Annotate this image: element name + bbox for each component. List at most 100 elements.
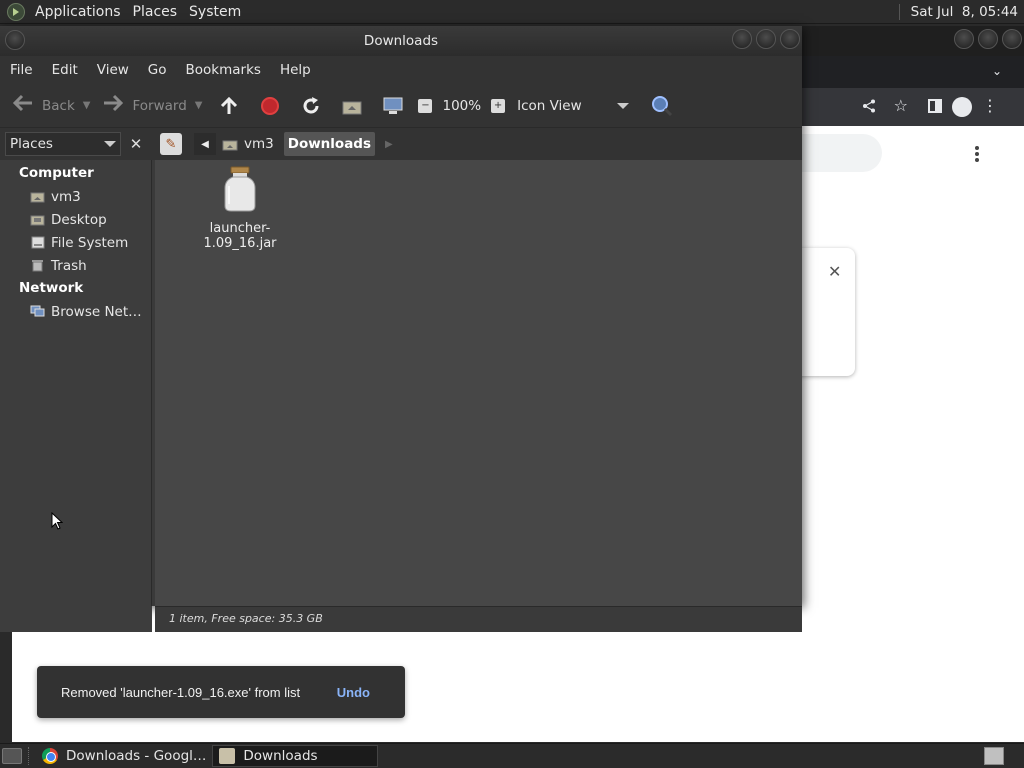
sidebar-item-label: Browse Net… <box>51 303 142 320</box>
clock[interactable]: Sat Jul 8, 05:44 <box>905 4 1024 20</box>
card-close-icon[interactable]: ✕ <box>828 262 841 281</box>
forward-history-dropdown-icon[interactable]: ▼ <box>195 100 203 111</box>
network-icon <box>30 305 45 318</box>
mouse-cursor-icon <box>51 511 64 534</box>
path-right-arrow-icon[interactable]: ▶ <box>385 139 393 150</box>
profile-avatar-icon[interactable] <box>952 97 972 117</box>
menu-edit[interactable]: Edit <box>42 62 87 78</box>
share-icon[interactable] <box>862 98 876 117</box>
places-menu[interactable]: Places <box>127 4 184 20</box>
file-name: launcher-1.09_16.jar <box>203 221 277 251</box>
chrome-icon <box>42 748 58 764</box>
side-panel-icon[interactable] <box>928 98 942 117</box>
reload-icon[interactable] <box>300 95 322 117</box>
window-title: Downloads <box>363 33 439 49</box>
bottom-panel: Downloads - Googl… Downloads <box>0 743 1024 768</box>
sidebar-item-vm3[interactable]: vm3 <box>0 185 151 208</box>
maximize-button[interactable] <box>756 29 776 49</box>
zoom-level: 100% <box>442 97 482 114</box>
breadcrumb-vm3-label: vm3 <box>244 136 274 152</box>
path-left-arrow-icon[interactable]: ◀ <box>194 133 216 155</box>
forward-button[interactable]: Forward <box>102 94 187 117</box>
home-folder-icon <box>222 140 238 150</box>
breadcrumb-downloads[interactable]: Downloads <box>283 132 376 156</box>
computer-icon[interactable] <box>382 95 404 117</box>
stop-icon[interactable] <box>259 95 281 117</box>
edit-location-icon[interactable]: ✎ <box>160 133 182 155</box>
breadcrumb-vm3[interactable]: vm3 <box>218 132 278 156</box>
chrome-menu-icon[interactable]: ⋮ <box>982 96 998 115</box>
show-desktop-icon[interactable] <box>2 748 22 764</box>
menubar: File Edit View Go Bookmarks Help <box>0 56 802 84</box>
up-arrow-icon[interactable] <box>218 95 240 117</box>
sidebar-type-dropdown-icon <box>104 141 116 147</box>
task-downloads[interactable]: Downloads <box>212 745 379 767</box>
sidebar-item-trash[interactable]: Trash <box>0 254 151 277</box>
snackbar: Removed 'launcher-1.09_16.exe' from list… <box>37 666 405 718</box>
sidebar-section-computer: Computer <box>19 165 94 181</box>
jar-file-icon <box>224 166 256 212</box>
workspace-switcher[interactable] <box>984 747 1004 765</box>
back-history-dropdown-icon[interactable]: ▼ <box>83 100 91 111</box>
menu-help[interactable]: Help <box>270 62 320 78</box>
close-button[interactable] <box>1002 29 1022 49</box>
close-button[interactable] <box>780 29 800 49</box>
menu-view[interactable]: View <box>87 62 138 78</box>
system-menu[interactable]: System <box>183 4 247 20</box>
sidebar-item-desktop[interactable]: Desktop <box>0 208 151 231</box>
taskbar-separator <box>28 747 30 765</box>
back-button[interactable]: Back <box>12 94 75 117</box>
folder-icon <box>219 748 236 764</box>
sidebar-item-label: Desktop <box>51 211 107 228</box>
sidebar-item-label: File System <box>51 234 129 251</box>
forward-label: Forward <box>132 97 187 114</box>
undo-button[interactable]: Undo <box>337 685 370 700</box>
view-mode-dropdown-icon[interactable] <box>617 102 630 109</box>
task-chrome[interactable]: Downloads - Googl… <box>36 745 212 767</box>
view-mode-selector[interactable]: Icon View <box>517 98 617 114</box>
maximize-button[interactable] <box>978 29 998 49</box>
zoom-out-icon[interactable]: − <box>418 98 433 113</box>
toolbar: Back ▼ Forward ▼ − 100% + Icon View <box>0 84 802 128</box>
sidebar-item-label: vm3 <box>51 188 81 205</box>
sidebar-item-file-system[interactable]: File System <box>0 231 151 254</box>
menu-file[interactable]: File <box>0 62 42 78</box>
file-manager-window: Downloads File Edit View Go Bookmarks He… <box>0 26 802 632</box>
back-arrow-icon <box>12 94 34 117</box>
back-label: Back <box>42 97 75 114</box>
top-panel: Applications Places System Sat Jul 8, 05… <box>0 0 1024 24</box>
distro-logo-icon[interactable] <box>7 2 25 21</box>
status-text: 1 item, Free space: 35.3 GB <box>169 612 323 625</box>
sidebar-item-browse-network[interactable]: Browse Net… <box>0 300 151 323</box>
sidebar-type-selector[interactable]: Places <box>5 132 121 156</box>
minimize-button[interactable] <box>954 29 974 49</box>
task-label: Downloads <box>243 748 318 764</box>
sidebar: Computer vm3 Desktop File System Trash N… <box>0 160 152 606</box>
tab-search-chevron-icon[interactable]: ⌄ <box>992 64 1002 78</box>
zoom-in-icon[interactable]: + <box>491 98 506 113</box>
bookmark-star-icon[interactable]: ☆ <box>894 96 908 115</box>
panel-separator <box>898 3 901 20</box>
file-manager-titlebar: Downloads <box>0 26 802 56</box>
desktop-folder-icon <box>30 213 45 226</box>
search-icon[interactable] <box>651 95 673 117</box>
statusbar: 1 item, Free space: 35.3 GB <box>155 606 802 632</box>
window-menu-button[interactable] <box>5 30 25 50</box>
close-sidebar-icon[interactable]: ✕ <box>125 133 147 155</box>
location-bar: ✎ ◀ vm3 Downloads ▶ <box>155 128 802 160</box>
sidebar-header: Places ✕ <box>0 128 155 160</box>
menu-go[interactable]: Go <box>138 62 176 78</box>
sidebar-type-label: Places <box>10 136 53 152</box>
home-folder-icon[interactable] <box>341 95 363 117</box>
trash-icon <box>30 259 45 272</box>
applications-menu[interactable]: Applications <box>29 4 127 20</box>
snackbar-message: Removed 'launcher-1.09_16.exe' from list <box>61 684 301 700</box>
file-view[interactable]: launcher-1.09_16.jar <box>155 160 802 606</box>
minimize-button[interactable] <box>732 29 752 49</box>
sidebar-item-label: Trash <box>51 257 87 274</box>
page-menu-icon[interactable] <box>975 146 979 162</box>
file-item[interactable]: launcher-1.09_16.jar <box>175 166 305 251</box>
task-label: Downloads - Googl… <box>66 748 207 764</box>
menu-bookmarks[interactable]: Bookmarks <box>176 62 270 78</box>
sidebar-status-area <box>0 606 152 632</box>
